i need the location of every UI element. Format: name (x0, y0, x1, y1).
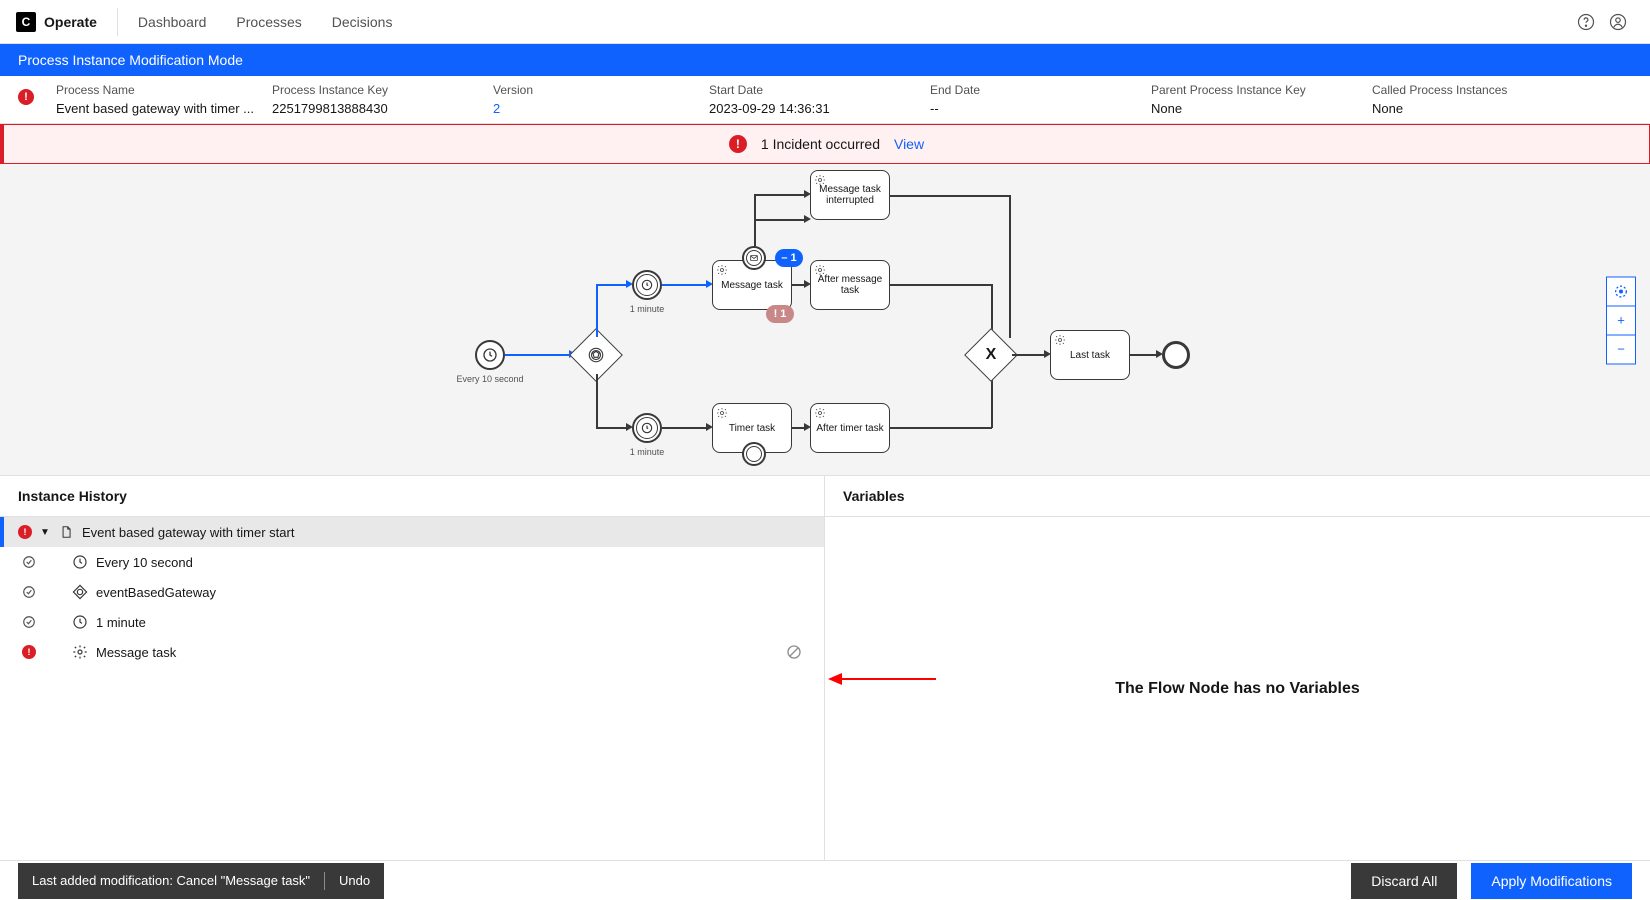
bpmn-intermediate-timer-upper[interactable] (632, 270, 662, 300)
check-status-icon (22, 555, 36, 569)
app-brand: Operate (44, 14, 97, 30)
help-icon[interactable] (1570, 6, 1602, 38)
bpmn-task-after-timer-task[interactable]: After timer task (810, 403, 890, 453)
nav-link-processes[interactable]: Processes (236, 14, 301, 30)
bpmn-boundary-event-timer-task[interactable] (742, 442, 766, 466)
incident-view-link[interactable]: View (894, 136, 924, 152)
token-badge-remove: – 1 (775, 249, 803, 267)
document-icon (58, 524, 74, 540)
cancel-modification-icon (786, 644, 802, 660)
history-root-label: Event based gateway with timer start (82, 525, 294, 540)
top-nav: C Operate Dashboard Processes Decisions (0, 0, 1650, 44)
bpmn-task-last-task[interactable]: Last task (1050, 330, 1130, 380)
history-item-label: eventBasedGateway (96, 585, 216, 600)
last-modification-text: Last added modification: Cancel "Message… (32, 873, 310, 888)
bpmn-start-label: Every 10 second (450, 374, 530, 384)
meta-label-parent-key: Parent Process Instance Key (1151, 83, 1356, 97)
meta-value-parent-key: None (1151, 101, 1356, 116)
incident-strip-text: 1 Incident occurred (761, 136, 880, 152)
modification-mode-banner: Process Instance Modification Mode (0, 44, 1650, 76)
variables-panel-title: Variables (825, 476, 1650, 517)
meta-label-process-name: Process Name (56, 83, 256, 97)
incident-strip: ! 1 Incident occurred View (0, 124, 1650, 164)
token-badge-incident: !1 (766, 305, 794, 323)
meta-value-start-date: 2023-09-29 14:36:31 (709, 101, 914, 116)
meta-value-end-date: -- (930, 101, 1135, 116)
nav-divider (117, 8, 118, 36)
incident-strip-icon: ! (729, 135, 747, 153)
clock-icon (72, 614, 88, 630)
meta-value-called-processes: None (1372, 101, 1622, 116)
history-item-label: Every 10 second (96, 555, 193, 570)
last-modification-chip: Last added modification: Cancel "Message… (18, 863, 384, 899)
incident-indicator-icon: ! (18, 89, 34, 105)
history-row-every-10-second[interactable]: Every 10 second (0, 547, 824, 577)
instance-history-panel: Instance History ! ▼ Event based gateway… (0, 476, 825, 860)
bpmn-task-after-message-task[interactable]: After message task (810, 260, 890, 310)
nav-link-decisions[interactable]: Decisions (332, 14, 393, 30)
bpmn-intermediate-timer-lower[interactable] (632, 413, 662, 443)
zoom-in-button[interactable]: + (1606, 305, 1636, 335)
bpmn-timer2-label: 1 minute (620, 447, 674, 457)
history-root-row[interactable]: ! ▼ Event based gateway with timer start (0, 517, 824, 547)
gear-icon (72, 644, 88, 660)
history-row-event-based-gateway[interactable]: eventBasedGateway (0, 577, 824, 607)
history-item-label: Message task (96, 645, 176, 660)
variables-panel: Variables The Flow Node has no Variables (825, 476, 1650, 860)
clock-icon (72, 554, 88, 570)
diamond-icon (72, 584, 88, 600)
diagram-zoom-controls: + − (1606, 276, 1636, 363)
check-status-icon (22, 585, 36, 599)
meta-label-called-processes: Called Process Instances (1372, 83, 1622, 97)
bottom-action-bar: Last added modification: Cancel "Message… (0, 860, 1650, 900)
apply-modifications-button[interactable]: Apply Modifications (1471, 863, 1632, 899)
meta-label-start-date: Start Date (709, 83, 914, 97)
incident-status-icon: ! (18, 525, 32, 539)
meta-label-version: Version (493, 83, 693, 97)
undo-button[interactable]: Undo (339, 873, 370, 888)
history-panel-title: Instance History (0, 476, 824, 517)
history-row-message-task[interactable]: ! Message task (0, 637, 824, 667)
bpmn-end-event[interactable] (1162, 341, 1190, 369)
variables-empty-message: The Flow Node has no Variables (825, 517, 1650, 860)
instance-meta-bar: ! Process Name Event based gateway with … (0, 76, 1650, 124)
meta-value-version[interactable]: 2 (493, 101, 693, 116)
caret-down-icon[interactable]: ▼ (40, 527, 50, 538)
history-tree: ! ▼ Event based gateway with timer start… (0, 517, 824, 860)
meta-value-process-name: Event based gateway with timer ... (56, 101, 256, 116)
chip-divider (324, 872, 325, 890)
lower-panels: Instance History ! ▼ Event based gateway… (0, 476, 1650, 860)
user-icon[interactable] (1602, 6, 1634, 38)
meta-label-end-date: End Date (930, 83, 1135, 97)
incident-status-icon: ! (22, 645, 36, 659)
check-status-icon (22, 615, 36, 629)
bpmn-boundary-message-event[interactable] (742, 246, 766, 270)
bpmn-task-message-task-interrupted[interactable]: Message task interrupted (810, 170, 890, 220)
history-row-1-minute[interactable]: 1 minute (0, 607, 824, 637)
zoom-out-button[interactable]: − (1606, 334, 1636, 364)
zoom-reset-button[interactable] (1606, 276, 1636, 306)
app-logo: C (16, 12, 36, 32)
meta-value-process-instance-key: 2251799813888430 (272, 101, 477, 116)
bpmn-diagram-viewport[interactable]: Every 10 second 1 minute 1 minute (0, 164, 1650, 476)
meta-label-process-instance-key: Process Instance Key (272, 83, 477, 97)
bpmn-start-timer-event[interactable] (475, 340, 505, 370)
nav-link-dashboard[interactable]: Dashboard (138, 14, 207, 30)
bpmn-timer1-label: 1 minute (620, 304, 674, 314)
history-item-label: 1 minute (96, 615, 146, 630)
discard-all-button[interactable]: Discard All (1351, 863, 1457, 899)
